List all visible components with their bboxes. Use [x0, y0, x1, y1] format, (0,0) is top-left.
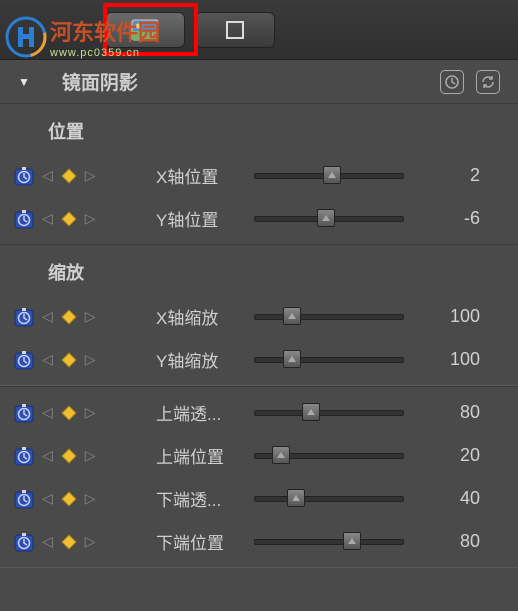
param-label: 上端透... — [156, 400, 254, 425]
keyframe-diamond-icon[interactable] — [61, 405, 77, 421]
keyframe-controls: ◁ ▷ — [14, 489, 156, 509]
param-row-yscale: ◁ ▷ Y轴缩放 100 — [0, 338, 518, 381]
section-label-position: 位置 — [0, 108, 518, 154]
prev-keyframe-icon[interactable]: ◁ — [42, 351, 53, 368]
prev-keyframe-icon[interactable]: ◁ — [42, 404, 53, 421]
param-row-toppos: ◁ ▷ 上端位置 20 — [0, 434, 518, 477]
param-row-xscale: ◁ ▷ X轴缩放 100 — [0, 295, 518, 338]
param-label: 下端透... — [156, 486, 254, 511]
slider[interactable] — [254, 404, 404, 422]
keyframe-controls: ◁ ▷ — [14, 209, 156, 229]
prev-keyframe-icon[interactable]: ◁ — [42, 167, 53, 184]
keyframe-diamond-icon[interactable] — [61, 211, 77, 227]
keyframe-diamond-icon[interactable] — [61, 352, 77, 368]
section-scale: 缩放 ◁ ▷ X轴缩放 100 ◁ ▷ — [0, 244, 518, 386]
param-label: 上端位置 — [156, 443, 254, 468]
slider[interactable] — [254, 167, 404, 185]
param-label: Y轴缩放 — [156, 347, 254, 372]
keyframe-controls: ◁ ▷ — [14, 307, 156, 327]
next-keyframe-icon[interactable]: ▷ — [85, 447, 96, 464]
param-value[interactable]: 100 — [404, 349, 518, 370]
prev-keyframe-icon[interactable]: ◁ — [42, 210, 53, 227]
stopwatch-icon[interactable] — [14, 307, 34, 327]
tab-shape-button[interactable] — [195, 12, 275, 48]
next-keyframe-icon[interactable]: ▷ — [85, 533, 96, 550]
next-keyframe-icon[interactable]: ▷ — [85, 351, 96, 368]
prev-keyframe-icon[interactable]: ◁ — [42, 533, 53, 550]
keyframe-diamond-icon[interactable] — [61, 309, 77, 325]
section-label-scale: 缩放 — [0, 249, 518, 295]
param-value[interactable]: 2 — [404, 165, 518, 186]
prev-keyframe-icon[interactable]: ◁ — [42, 308, 53, 325]
tab-image-button[interactable] — [105, 12, 185, 48]
param-value[interactable]: 80 — [404, 531, 518, 552]
keyframe-controls: ◁ ▷ — [14, 532, 156, 552]
stopwatch-icon[interactable] — [14, 446, 34, 466]
param-label: 下端位置 — [156, 529, 254, 554]
keyframe-controls: ◁ ▷ — [14, 403, 156, 423]
stopwatch-icon[interactable] — [14, 350, 34, 370]
next-keyframe-icon[interactable]: ▷ — [85, 404, 96, 421]
prev-keyframe-icon[interactable]: ◁ — [42, 490, 53, 507]
param-label: X轴位置 — [156, 163, 254, 188]
keyframe-controls: ◁ ▷ — [14, 166, 156, 186]
slider[interactable] — [254, 490, 404, 508]
keyframe-controls: ◁ ▷ — [14, 446, 156, 466]
stopwatch-icon[interactable] — [14, 166, 34, 186]
param-value[interactable]: 80 — [404, 402, 518, 423]
slider[interactable] — [254, 533, 404, 551]
image-icon — [131, 19, 159, 41]
square-icon — [224, 19, 246, 41]
next-keyframe-icon[interactable]: ▷ — [85, 167, 96, 184]
param-value[interactable]: 20 — [404, 445, 518, 466]
keyframe-controls: ◁ ▷ — [14, 350, 156, 370]
stopwatch-icon[interactable] — [14, 403, 34, 423]
clock-icon — [445, 75, 459, 89]
param-value[interactable]: -6 — [404, 208, 518, 229]
top-toolbar — [0, 0, 518, 60]
keyframe-diamond-icon[interactable] — [61, 448, 77, 464]
param-row-ypos: ◁ ▷ Y轴位置 -6 — [0, 197, 518, 240]
collapse-toggle-icon[interactable]: ▼ — [18, 75, 30, 89]
param-value[interactable]: 40 — [404, 488, 518, 509]
param-row-botopacity: ◁ ▷ 下端透... 40 — [0, 477, 518, 520]
slider[interactable] — [254, 351, 404, 369]
param-label: X轴缩放 — [156, 304, 254, 329]
clock-button[interactable] — [440, 70, 464, 94]
param-row-xpos: ◁ ▷ X轴位置 2 — [0, 154, 518, 197]
reset-button[interactable] — [476, 70, 500, 94]
stopwatch-icon[interactable] — [14, 489, 34, 509]
section-gradient: ◁ ▷ 上端透... 80 ◁ ▷ 上端位置 20 — [0, 386, 518, 568]
prev-keyframe-icon[interactable]: ◁ — [42, 447, 53, 464]
reset-icon — [481, 75, 495, 89]
section-position: 位置 ◁ ▷ X轴位置 2 ◁ ▷ Y轴 — [0, 104, 518, 244]
next-keyframe-icon[interactable]: ▷ — [85, 308, 96, 325]
keyframe-diamond-icon[interactable] — [61, 491, 77, 507]
next-keyframe-icon[interactable]: ▷ — [85, 210, 96, 227]
slider[interactable] — [254, 308, 404, 326]
keyframe-diamond-icon[interactable] — [61, 168, 77, 184]
param-row-botpos: ◁ ▷ 下端位置 80 — [0, 520, 518, 563]
panel-header: ▼ 镜面阴影 — [0, 60, 518, 104]
param-row-topopacity: ◁ ▷ 上端透... 80 — [0, 391, 518, 434]
slider[interactable] — [254, 447, 404, 465]
next-keyframe-icon[interactable]: ▷ — [85, 490, 96, 507]
stopwatch-icon[interactable] — [14, 532, 34, 552]
panel-title: 镜面阴影 — [62, 68, 428, 95]
param-value[interactable]: 100 — [404, 306, 518, 327]
keyframe-diamond-icon[interactable] — [61, 534, 77, 550]
param-label: Y轴位置 — [156, 206, 254, 231]
slider[interactable] — [254, 210, 404, 228]
stopwatch-icon[interactable] — [14, 209, 34, 229]
